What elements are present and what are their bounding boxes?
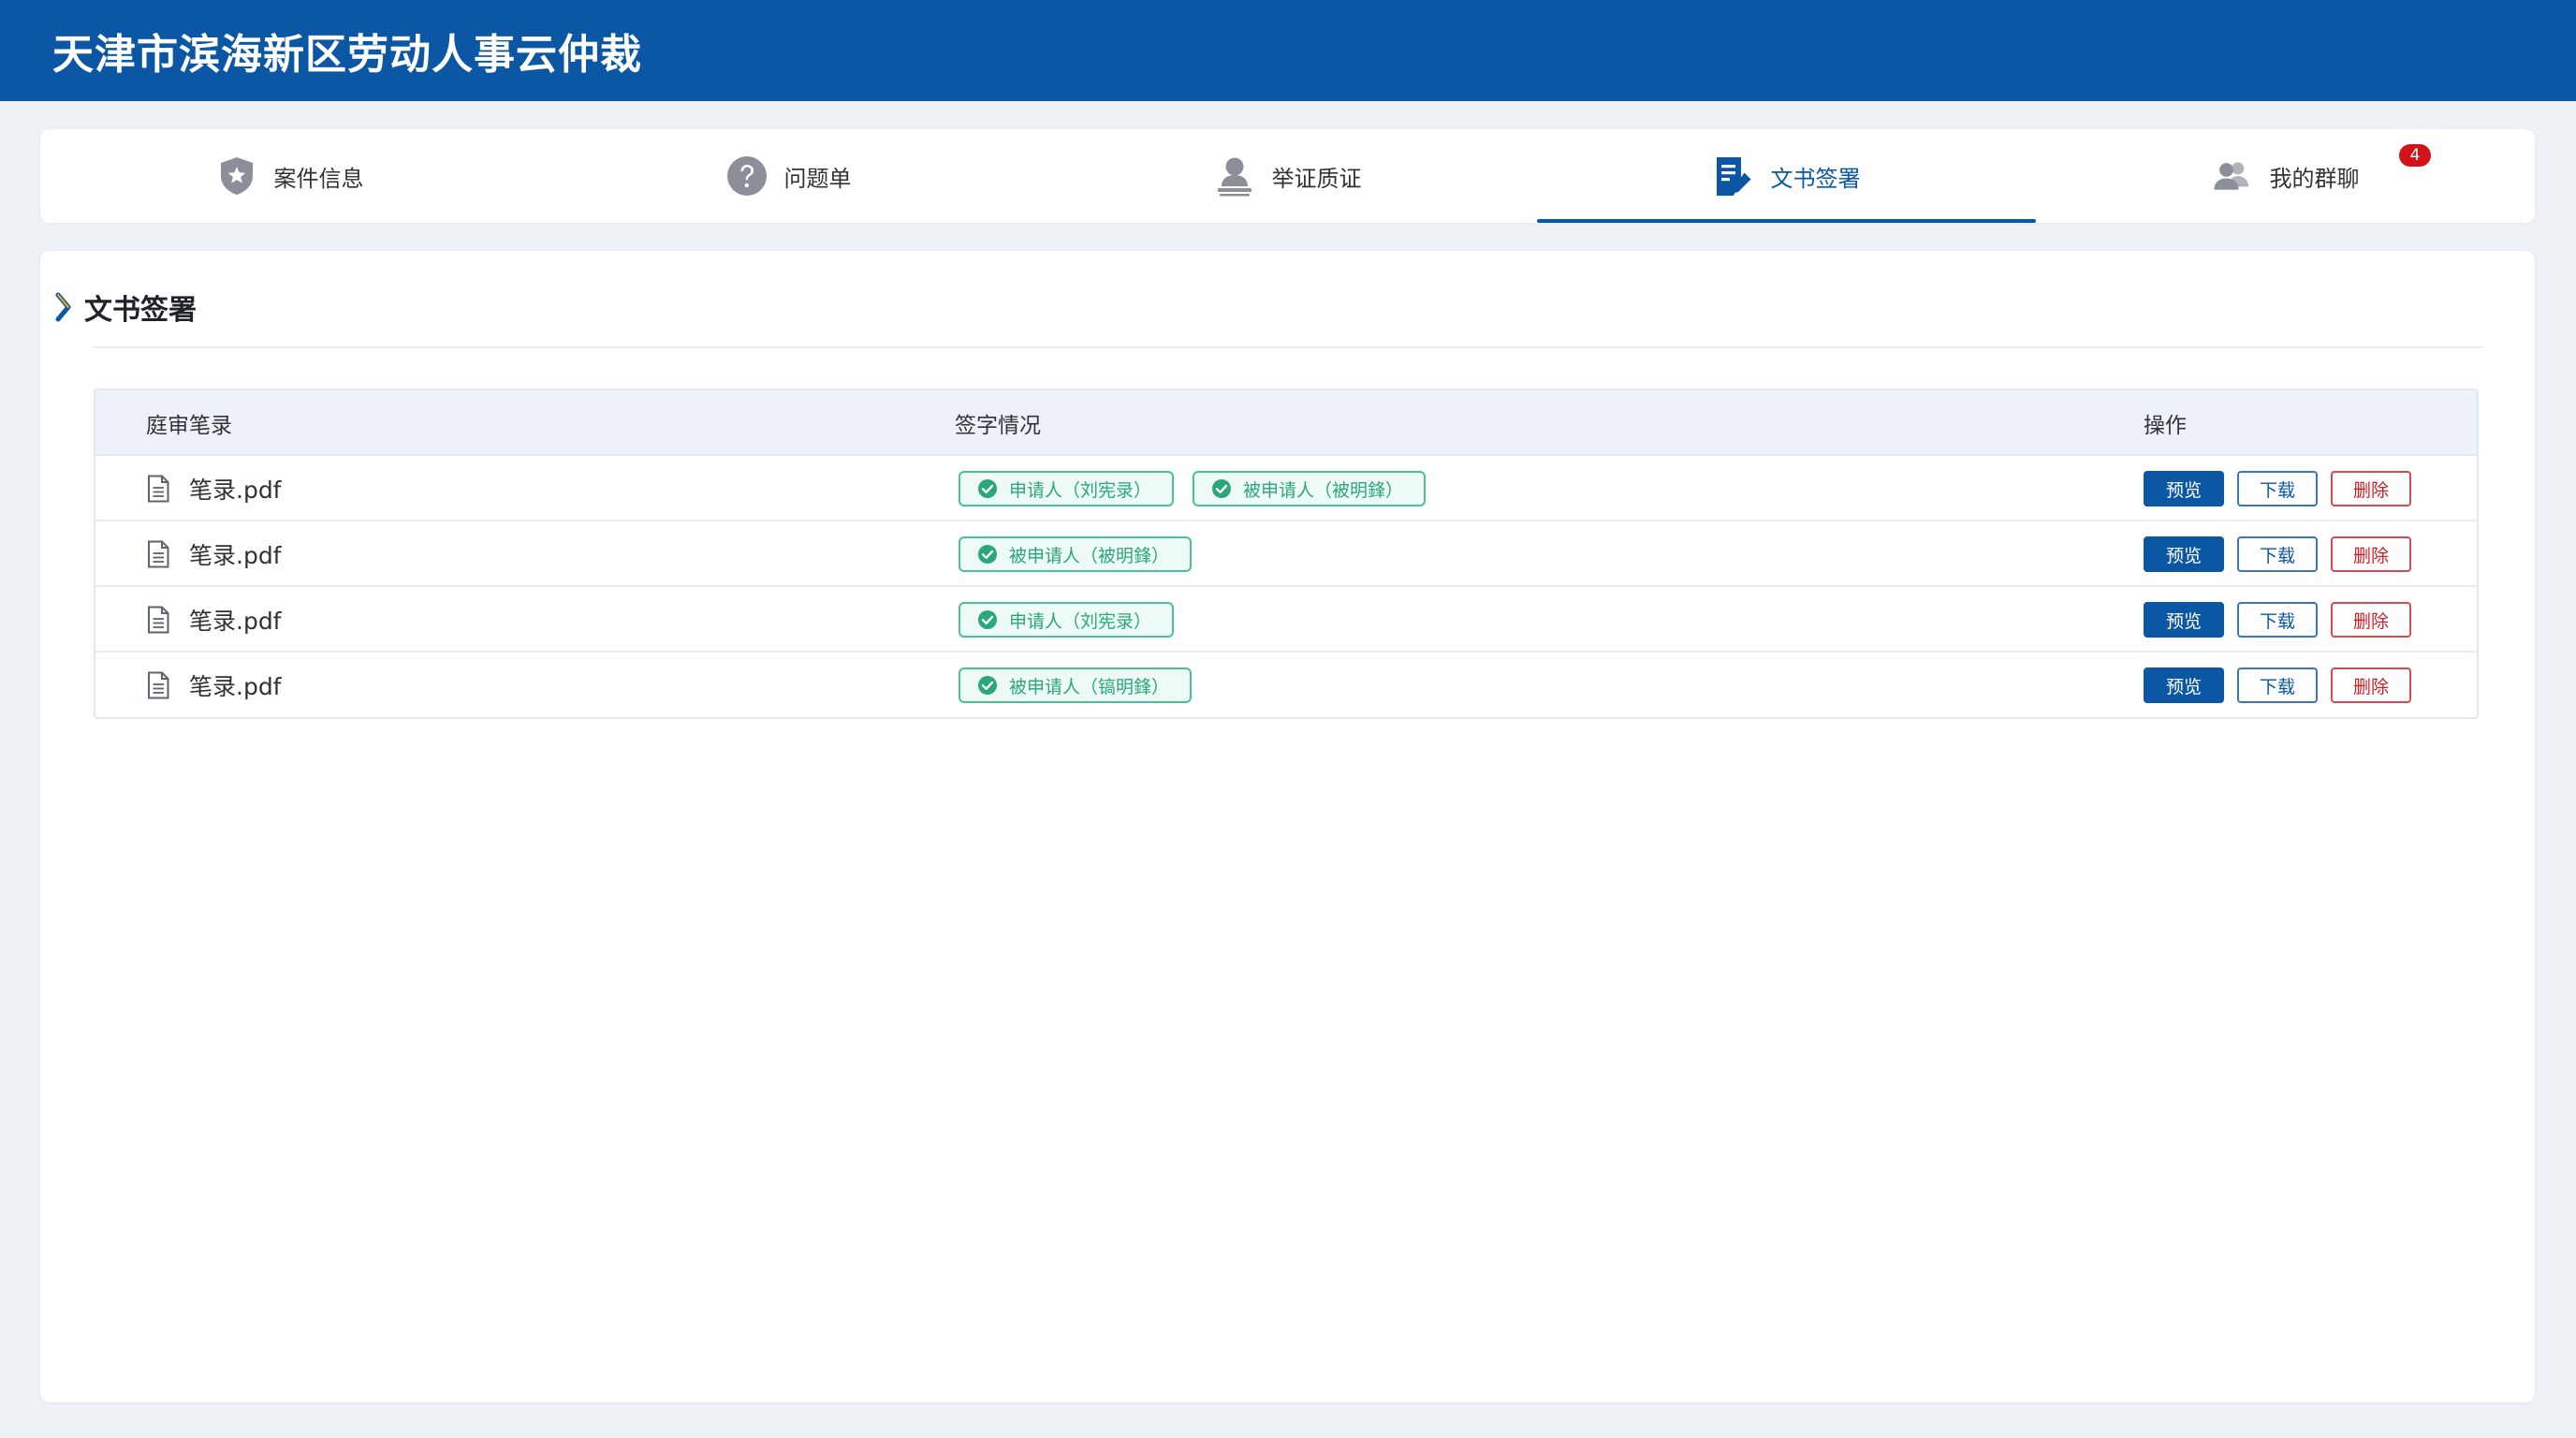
signature-tag: 被申请人（被明鋒） (959, 536, 1193, 572)
table-row: 笔录.pdf 申请人（刘宪录） 被申请人（被明鋒） 预览 下载 删除 (95, 456, 2477, 521)
check-circle-icon (978, 610, 997, 629)
file-name: 笔录.pdf (189, 673, 282, 700)
tab-label: 问题单 (783, 165, 852, 192)
preview-button[interactable]: 预览 (2144, 536, 2224, 572)
tab-evidence[interactable]: 举证质证 (1038, 129, 1537, 223)
file-name: 笔录.pdf (189, 608, 282, 635)
actions-cell: 预览 下载 删除 (2144, 653, 2411, 718)
preview-button[interactable]: 预览 (2144, 602, 2224, 638)
preview-button[interactable]: 预览 (2144, 471, 2224, 506)
signature-tag-label: 申请人（刘宪录） (1009, 479, 1152, 501)
document-icon (148, 671, 169, 699)
check-circle-icon (978, 676, 997, 695)
file-cell[interactable]: 笔录.pdf (146, 653, 282, 718)
chevron-right-icon (55, 292, 71, 322)
document-sign-icon (1713, 155, 1754, 197)
signature-cell: 申请人（刘宪录） (959, 587, 1175, 653)
file-name: 笔录.pdf (189, 542, 282, 569)
section-header: 文书签署 (52, 286, 197, 328)
delete-button[interactable]: 删除 (2331, 536, 2411, 572)
tab-document-signing[interactable]: 文书签署 (1537, 129, 2036, 223)
preview-button[interactable]: 预览 (2144, 668, 2224, 703)
document-icon (148, 475, 169, 503)
tab-label: 文书签署 (1770, 165, 1861, 192)
column-header-record: 庭审笔录 (146, 414, 232, 438)
records-table: 庭审笔录 签字情况 操作 笔录.pdf 申请人（刘宪录） 被申请人（被明鋒） 预… (94, 389, 2479, 719)
check-circle-icon (1212, 479, 1232, 498)
actions-cell: 预览 下载 删除 (2144, 587, 2411, 653)
tab-case-info[interactable]: 案件信息 (40, 129, 539, 223)
table-row: 笔录.pdf 申请人（刘宪录） 预览 下载 删除 (95, 587, 2477, 653)
document-icon (148, 606, 169, 634)
signature-tag-label: 被申请人（镐明鋒） (1009, 676, 1170, 697)
download-button[interactable]: 下载 (2237, 471, 2318, 506)
document-icon (148, 540, 169, 568)
unread-count-badge: 4 (2399, 144, 2431, 167)
signature-tag-label: 被申请人（被明鋒） (1009, 545, 1170, 566)
signature-tag-label: 申请人（刘宪录） (1009, 610, 1152, 632)
tab-bar: 案件信息 问题单 举证质证 文书签署 我的群聊 4 (40, 129, 2535, 223)
app-header: 天津市滨海新区劳动人事云仲裁 (0, 0, 2576, 101)
actions-cell: 预览 下载 删除 (2144, 456, 2411, 521)
file-cell[interactable]: 笔录.pdf (146, 587, 282, 653)
signature-tag: 被申请人（被明鋒） (1193, 471, 1427, 506)
download-button[interactable]: 下载 (2237, 668, 2318, 703)
divider (94, 346, 2482, 348)
delete-button[interactable]: 删除 (2331, 668, 2411, 703)
app-title: 天津市滨海新区劳动人事云仲裁 (52, 31, 642, 79)
tab-questions[interactable]: 问题单 (539, 129, 1038, 223)
file-name: 笔录.pdf (189, 477, 282, 504)
actions-cell: 预览 下载 删除 (2144, 521, 2411, 587)
table-row: 笔录.pdf 被申请人（被明鋒） 预览 下载 删除 (95, 521, 2477, 587)
signature-tag: 申请人（刘宪录） (959, 602, 1175, 638)
column-header-signature: 签字情况 (955, 414, 1041, 438)
tab-my-group-chat[interactable]: 我的群聊 4 (2036, 129, 2535, 223)
table-header: 庭审笔录 签字情况 操作 (95, 390, 2477, 456)
delete-button[interactable]: 删除 (2331, 602, 2411, 638)
file-cell[interactable]: 笔录.pdf (146, 521, 282, 587)
signature-cell: 被申请人（镐明鋒） (959, 653, 1193, 718)
signature-tag: 被申请人（镐明鋒） (959, 668, 1193, 703)
shield-star-icon (216, 155, 257, 197)
user-stamp-icon (1214, 155, 1255, 197)
tab-label: 案件信息 (273, 165, 364, 192)
column-header-actions: 操作 (2144, 414, 2187, 438)
download-button[interactable]: 下载 (2237, 602, 2318, 638)
tab-label: 举证质证 (1271, 165, 1362, 192)
signature-cell: 被申请人（被明鋒） (959, 521, 1193, 587)
file-cell[interactable]: 笔录.pdf (146, 456, 282, 521)
signature-tag: 申请人（刘宪录） (959, 471, 1175, 506)
tab-label: 我的群聊 (2269, 165, 2360, 192)
signature-tag-label: 被申请人（被明鋒） (1243, 479, 1404, 501)
signature-cell: 申请人（刘宪录） 被申请人（被明鋒） (959, 456, 1427, 521)
table-row: 笔录.pdf 被申请人（镐明鋒） 预览 下载 删除 (95, 653, 2477, 718)
section-title: 文书签署 (84, 294, 197, 327)
user-group-icon (2212, 155, 2253, 197)
check-circle-icon (978, 545, 997, 564)
delete-button[interactable]: 删除 (2331, 471, 2411, 506)
check-circle-icon (978, 479, 997, 498)
download-button[interactable]: 下载 (2237, 536, 2318, 572)
question-circle-icon (726, 155, 768, 197)
